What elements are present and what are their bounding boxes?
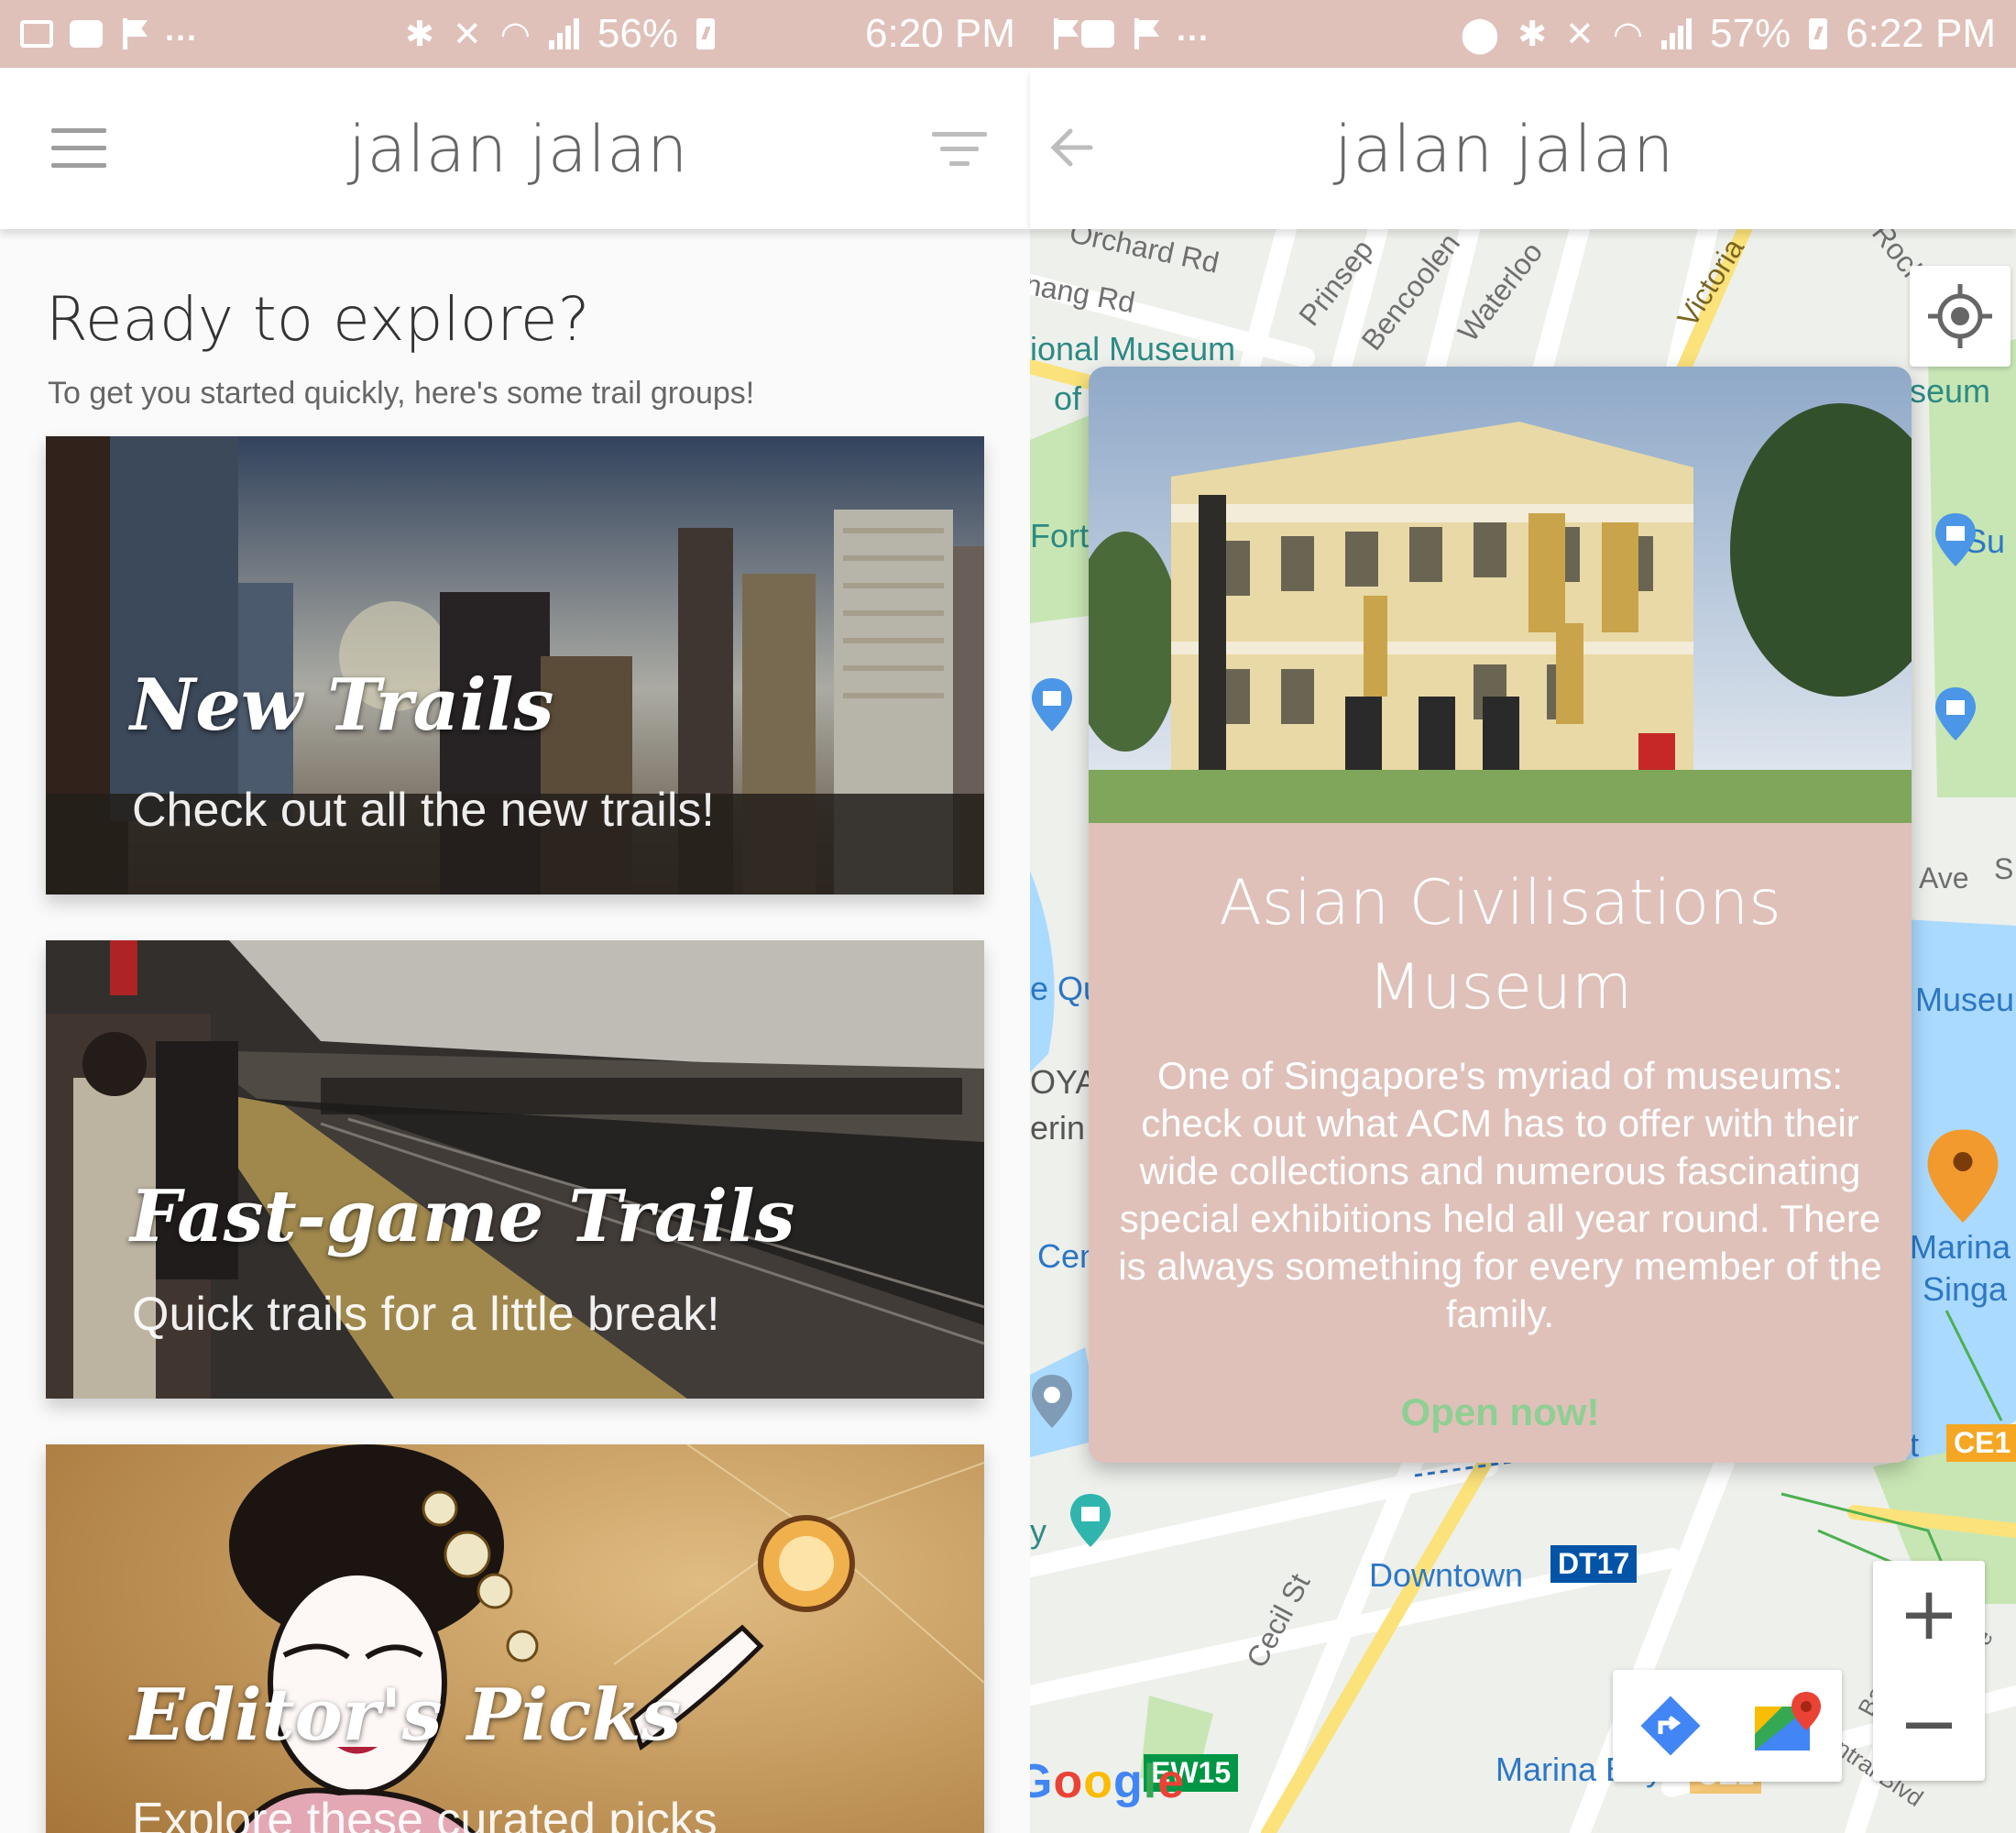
museum-building-photo xyxy=(1089,367,1912,823)
zoom-controls: + − xyxy=(1873,1561,1985,1781)
google-maps-icon xyxy=(1755,1692,1821,1751)
back-arrow-icon[interactable] xyxy=(1039,115,1103,180)
app-bar-home: jalan jalan xyxy=(0,68,1030,229)
map-label-of: of xyxy=(1054,379,1082,417)
map-label-marina: Marina xyxy=(1910,1228,2011,1266)
battery-icon xyxy=(696,18,715,49)
page-title: Ready to explore? xyxy=(46,284,590,355)
directions-icon xyxy=(1640,1696,1701,1756)
harbour-pin-icon[interactable] xyxy=(1030,1375,1074,1430)
app-bar-detail: jalan jalan xyxy=(1030,68,2016,229)
battery-icon xyxy=(1809,18,1828,49)
shopping-pin-icon[interactable] xyxy=(1934,687,1978,742)
museum-pin-icon[interactable] xyxy=(1030,678,1074,733)
card-title: Fast-game Trails xyxy=(130,1175,795,1258)
map-label-national-museum: ional Museum xyxy=(1030,330,1236,368)
map-toolbar xyxy=(1613,1670,1842,1782)
trail-card-editors[interactable]: Editor's Picks Explore these curated pic… xyxy=(46,1444,984,1833)
place-photo xyxy=(1089,367,1912,823)
app-title: jalan jalan xyxy=(348,112,689,187)
outlook-icon xyxy=(1081,20,1114,48)
mute-icon: ✕ xyxy=(452,15,482,54)
battery-percent: 57% xyxy=(1710,11,1791,56)
signal-icon xyxy=(548,18,579,49)
screenshot-root: ... ✱ ✕ ◠ 56% 6:20 PM ... ⬤ ✱ ✕ ◠ 57% 6:… xyxy=(0,0,2016,1833)
place-description: One of Singapore's myriad of museums: ch… xyxy=(1118,1054,1882,1335)
system-icons-right: ⬤ ✱ ✕ ◠ 57% 6:22 PM xyxy=(1461,0,1996,68)
page-subtitle: To get you started quickly, here's some … xyxy=(48,376,755,411)
place-info-card[interactable]: Asian Civilisations Museum One of Singap… xyxy=(1089,367,1912,1463)
open-status-label[interactable]: Open now! xyxy=(1089,1390,1912,1434)
map-label-ave: Ave xyxy=(1919,862,1969,895)
filter-icon[interactable] xyxy=(931,128,988,172)
my-location-button[interactable] xyxy=(1910,266,2011,367)
home-screen: Ready to explore? To get you started qui… xyxy=(0,229,1030,1833)
outlook-icon xyxy=(70,20,103,48)
map-label-singa: Singa xyxy=(1923,1270,2008,1308)
bluetooth-icon: ✱ xyxy=(1517,15,1548,54)
gallery-icon xyxy=(20,20,53,48)
map-label-museum-right: seum xyxy=(1910,372,1991,410)
signal-icon xyxy=(1661,18,1693,49)
card-subtitle: Check out all the new trails! xyxy=(132,784,715,837)
notification-icons: ... xyxy=(0,10,198,49)
card-subtitle: Explore these curated picks xyxy=(132,1794,718,1833)
map-label-s: S xyxy=(1994,852,2014,885)
card-title: Editor's Picks xyxy=(130,1674,682,1757)
station-badge-dt17: DT17 xyxy=(1550,1545,1638,1583)
card-subtitle: Quick trails for a little break! xyxy=(132,1288,720,1341)
geisha-artwork xyxy=(46,1444,984,1833)
place-name: Asian Civilisations Museum xyxy=(1219,867,1781,1024)
system-icons-left: ✱ ✕ ◠ 56% xyxy=(405,0,715,68)
clock-right: 6:22 PM xyxy=(1846,11,1996,56)
map-label-museu: Museu xyxy=(1915,981,2015,1018)
map-label-fort: Fort xyxy=(1030,517,1090,554)
station-badge-ce1: CE1 xyxy=(1946,1424,2016,1462)
trail-card-fast[interactable]: Fast-game Trails Quick trails for a litt… xyxy=(46,940,984,1399)
zoom-in-button[interactable]: + xyxy=(1873,1561,1985,1671)
location-icon: ⬤ xyxy=(1460,15,1500,54)
wifi-icon: ◠ xyxy=(499,15,531,54)
flag-icon xyxy=(1131,18,1160,49)
more-notifications: ... xyxy=(1177,10,1211,48)
open-in-maps-button[interactable] xyxy=(1727,1670,1842,1782)
crosshair-icon xyxy=(1928,284,1992,348)
card-title: New Trails xyxy=(130,664,554,747)
menu-icon[interactable] xyxy=(51,128,106,169)
building-pin-icon[interactable] xyxy=(1068,1494,1112,1549)
status-bar-left: ... ✱ ✕ ◠ 56% 6:20 PM xyxy=(0,0,1030,68)
notification-icons-right: ... xyxy=(1030,10,1210,49)
mute-icon: ✕ xyxy=(1565,15,1594,54)
flag-icon xyxy=(119,18,148,49)
shopping-pin-icon[interactable] xyxy=(1934,513,1978,568)
battery-percent: 56% xyxy=(597,11,678,56)
directions-button[interactable] xyxy=(1613,1670,1727,1782)
app-title: jalan jalan xyxy=(1334,112,1675,187)
clock-left: 6:20 PM xyxy=(865,11,1015,56)
status-bar-right: ... ⬤ ✱ ✕ ◠ 57% 6:22 PM xyxy=(1030,0,2016,68)
more-notifications: ... xyxy=(165,10,199,48)
trail-card-new[interactable]: New Trails Check out all the new trails! xyxy=(46,436,984,895)
map-label-oya: OYA xyxy=(1030,1063,1098,1101)
zoom-out-button[interactable]: − xyxy=(1873,1671,1985,1781)
map-label-downtown: Downtown xyxy=(1369,1556,1524,1594)
selected-location-pin-icon[interactable] xyxy=(1924,1127,2001,1228)
wifi-icon: ◠ xyxy=(1612,15,1644,54)
google-logo: Google xyxy=(1030,1755,1186,1808)
bluetooth-icon: ✱ xyxy=(405,15,434,54)
map-label-y: y xyxy=(1030,1512,1046,1550)
nav-icon xyxy=(1050,18,1065,49)
map-label-erin: erin xyxy=(1030,1109,1086,1147)
